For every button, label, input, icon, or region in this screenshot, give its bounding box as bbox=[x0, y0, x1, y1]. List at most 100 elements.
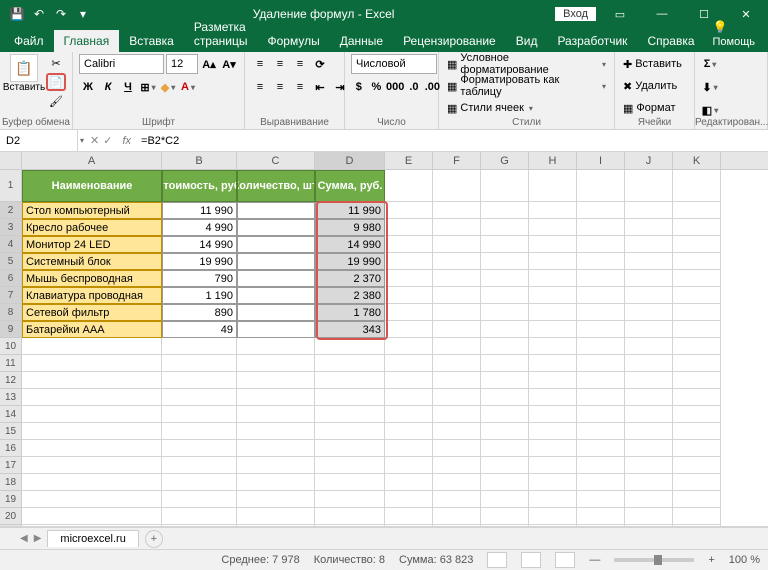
col-header[interactable]: J bbox=[625, 152, 673, 169]
row-header[interactable]: 11 bbox=[0, 355, 22, 372]
align-bottom-icon[interactable]: ≡ bbox=[291, 54, 309, 74]
bold-button[interactable]: Ж bbox=[79, 77, 97, 97]
row-header[interactable]: 3 bbox=[0, 219, 22, 236]
select-all-corner[interactable] bbox=[0, 152, 22, 169]
cell[interactable] bbox=[625, 525, 673, 526]
row-header[interactable]: 8 bbox=[0, 304, 22, 321]
cell[interactable] bbox=[673, 508, 721, 525]
cell[interactable]: 1 190 bbox=[162, 287, 237, 304]
col-header[interactable]: C bbox=[237, 152, 315, 169]
cell[interactable] bbox=[529, 287, 577, 304]
increase-decimal-icon[interactable]: .0 bbox=[406, 77, 422, 97]
cell[interactable] bbox=[162, 525, 237, 526]
tab-formulas[interactable]: Формулы bbox=[257, 30, 329, 52]
cell[interactable] bbox=[673, 270, 721, 287]
cell[interactable] bbox=[625, 202, 673, 219]
insert-cells-button[interactable]: ✚ Вставить bbox=[621, 54, 688, 74]
cell[interactable] bbox=[237, 491, 315, 508]
cell[interactable] bbox=[529, 372, 577, 389]
cell[interactable] bbox=[385, 355, 433, 372]
font-color-icon[interactable]: A▾ bbox=[179, 77, 197, 97]
cell[interactable] bbox=[385, 525, 433, 526]
autosum-icon[interactable]: Σ▾ bbox=[701, 54, 719, 74]
cell[interactable] bbox=[529, 338, 577, 355]
cell[interactable] bbox=[433, 423, 481, 440]
increase-font-icon[interactable]: A▴ bbox=[200, 54, 218, 74]
cell[interactable]: Стол компьютерный bbox=[22, 202, 162, 219]
cell[interactable] bbox=[625, 406, 673, 423]
cell[interactable] bbox=[529, 270, 577, 287]
align-right-icon[interactable]: ≡ bbox=[291, 77, 309, 97]
cell[interactable] bbox=[237, 287, 315, 304]
cell[interactable] bbox=[162, 457, 237, 474]
cell[interactable]: 14 990 bbox=[162, 236, 237, 253]
font-name-combo[interactable]: Calibri bbox=[79, 54, 164, 74]
cell[interactable] bbox=[577, 287, 625, 304]
cell[interactable] bbox=[529, 406, 577, 423]
cell[interactable]: Сетевой фильтр bbox=[22, 304, 162, 321]
cell[interactable] bbox=[481, 287, 529, 304]
row-header[interactable]: 6 bbox=[0, 270, 22, 287]
cell[interactable] bbox=[625, 389, 673, 406]
cell[interactable]: 11 990 bbox=[315, 202, 385, 219]
cell[interactable] bbox=[237, 304, 315, 321]
cell[interactable] bbox=[481, 525, 529, 526]
cell[interactable] bbox=[237, 440, 315, 457]
cell[interactable] bbox=[673, 253, 721, 270]
cell[interactable] bbox=[237, 253, 315, 270]
cell[interactable] bbox=[162, 440, 237, 457]
page-break-view-icon[interactable] bbox=[555, 552, 575, 568]
cell[interactable] bbox=[625, 508, 673, 525]
cell[interactable] bbox=[315, 525, 385, 526]
cell[interactable] bbox=[625, 170, 673, 202]
cell[interactable] bbox=[529, 202, 577, 219]
align-middle-icon[interactable]: ≡ bbox=[271, 54, 289, 74]
cell[interactable] bbox=[237, 508, 315, 525]
cell[interactable] bbox=[577, 491, 625, 508]
cell[interactable] bbox=[22, 440, 162, 457]
row-header[interactable]: 2 bbox=[0, 202, 22, 219]
cell[interactable] bbox=[385, 338, 433, 355]
align-left-icon[interactable]: ≡ bbox=[251, 77, 269, 97]
cell[interactable] bbox=[22, 525, 162, 526]
zoom-out-icon[interactable]: — bbox=[589, 554, 600, 566]
cell[interactable] bbox=[577, 355, 625, 372]
row-header[interactable]: 16 bbox=[0, 440, 22, 457]
sheet-nav-next-icon[interactable]: ▶ bbox=[34, 533, 42, 544]
cell[interactable] bbox=[577, 423, 625, 440]
cell[interactable] bbox=[315, 372, 385, 389]
cell[interactable] bbox=[385, 389, 433, 406]
zoom-in-icon[interactable]: + bbox=[708, 554, 714, 566]
cell[interactable] bbox=[433, 508, 481, 525]
row-header[interactable]: 18 bbox=[0, 474, 22, 491]
cell[interactable] bbox=[385, 287, 433, 304]
decrease-font-icon[interactable]: A▾ bbox=[220, 54, 238, 74]
tab-review[interactable]: Рецензирование bbox=[393, 30, 506, 52]
percent-icon[interactable]: % bbox=[369, 77, 385, 97]
cell[interactable] bbox=[385, 440, 433, 457]
cell[interactable] bbox=[237, 457, 315, 474]
cell[interactable] bbox=[577, 236, 625, 253]
cell[interactable]: 1 780 bbox=[315, 304, 385, 321]
cell[interactable] bbox=[385, 219, 433, 236]
cell[interactable] bbox=[673, 474, 721, 491]
cell[interactable]: Монитор 24 LED bbox=[22, 236, 162, 253]
formula-input[interactable]: =B2*C2 bbox=[135, 135, 768, 147]
ribbon-options-icon[interactable]: ▭ bbox=[602, 0, 638, 28]
row-header[interactable]: 14 bbox=[0, 406, 22, 423]
cell[interactable] bbox=[22, 474, 162, 491]
tab-home[interactable]: Главная bbox=[54, 30, 120, 52]
cell[interactable]: 790 bbox=[162, 270, 237, 287]
number-format-combo[interactable]: Числовой bbox=[351, 54, 437, 74]
cell[interactable] bbox=[385, 170, 433, 202]
cell[interactable] bbox=[577, 219, 625, 236]
cell[interactable] bbox=[385, 236, 433, 253]
cell[interactable] bbox=[237, 236, 315, 253]
cell-styles-button[interactable]: ▦ Стили ячеек▾ bbox=[445, 98, 608, 118]
cell[interactable] bbox=[433, 270, 481, 287]
cell[interactable] bbox=[433, 321, 481, 338]
cell[interactable] bbox=[481, 304, 529, 321]
cell[interactable] bbox=[433, 389, 481, 406]
cell[interactable] bbox=[315, 440, 385, 457]
cell[interactable] bbox=[22, 355, 162, 372]
